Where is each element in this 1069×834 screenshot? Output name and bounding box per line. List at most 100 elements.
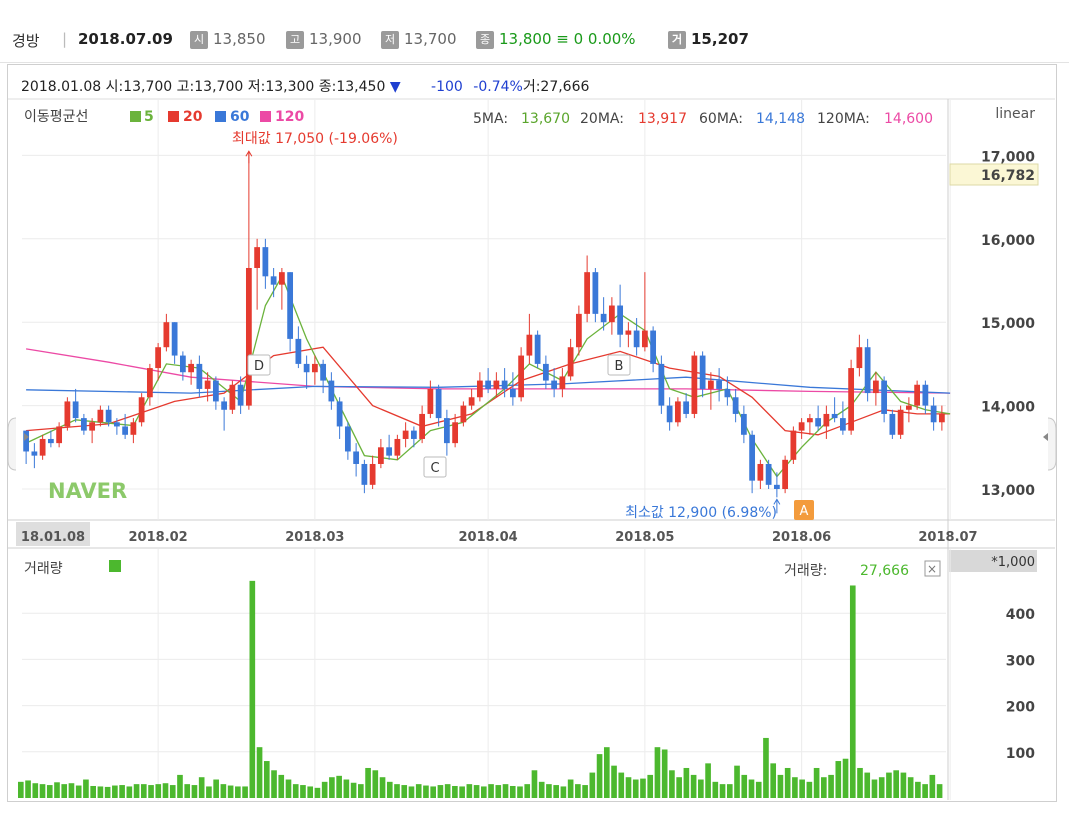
volume-bar (206, 786, 212, 798)
volume-bar (640, 778, 646, 798)
candle-body (113, 422, 120, 427)
candle-body (31, 451, 38, 456)
volume-bar (314, 787, 321, 798)
ma5-value: 13,670 (521, 111, 570, 127)
volume-bar (386, 781, 393, 798)
candle-body (798, 422, 805, 431)
volume-bar (792, 777, 798, 798)
volume-bar (54, 782, 60, 798)
scale-label[interactable]: linear (995, 106, 1035, 122)
candle-body (80, 418, 87, 431)
candle-body (856, 347, 863, 369)
candle-body (592, 272, 599, 314)
ma120-swatch (260, 111, 271, 122)
price-tick-label: 13,000 (981, 483, 1035, 499)
volume-bar (560, 786, 567, 798)
volume-bar (603, 747, 610, 798)
volume-bar (97, 786, 104, 798)
volume-tick-label: 100 (1006, 746, 1035, 762)
volume-bar (162, 783, 169, 798)
volume-bar (770, 763, 777, 798)
candle-body (575, 313, 582, 348)
volume-tick-label: 400 (1006, 607, 1035, 623)
candle-body (608, 305, 615, 323)
volume-bar (430, 786, 437, 798)
candle-body (551, 380, 558, 389)
volume-bar (140, 784, 147, 798)
candle-body (881, 380, 888, 414)
ma-legend-title: 이동평균선 (24, 109, 88, 125)
volume-bar (191, 785, 198, 798)
volume-bar (567, 779, 574, 798)
volume-bar (39, 784, 46, 798)
volume-bar (177, 774, 183, 798)
candle-body (485, 380, 492, 389)
volume-bar (112, 785, 118, 798)
candle-body (47, 438, 54, 444)
volume-bar (907, 777, 914, 798)
ma120-value-label: 120MA: (817, 111, 870, 127)
volume-bar (524, 784, 531, 798)
candle-body (344, 426, 351, 452)
volume-bar (148, 785, 154, 798)
volume-bar (893, 770, 900, 798)
candle-body (641, 330, 648, 348)
volume-bar (734, 765, 740, 798)
ma60-value: 14,148 (756, 111, 805, 127)
volume-bar (278, 774, 285, 798)
volume-unit: *1,000 (991, 555, 1035, 570)
candle-body (848, 368, 855, 431)
volume-bar (307, 786, 314, 798)
candle-body (633, 330, 640, 348)
volume-bar (61, 784, 68, 798)
x-tick-label: 18.01.08 (21, 530, 85, 545)
candle-body (196, 363, 203, 389)
volume-label: 거래량 (24, 561, 63, 577)
volume-tick-label: 300 (1006, 653, 1035, 669)
volume-bar (828, 774, 834, 798)
scroll-left-handle[interactable] (7, 417, 17, 471)
candle-body (435, 388, 442, 419)
ma60-swatch (215, 111, 226, 122)
volume-bar (755, 781, 762, 798)
candle-body (493, 380, 500, 389)
volume-bar (394, 784, 400, 798)
volume-bar (719, 784, 726, 798)
volume-bar (509, 785, 516, 798)
volume-bar (705, 763, 711, 798)
candle-body (658, 363, 665, 406)
candle-body (584, 272, 591, 314)
volume-bar (871, 779, 878, 798)
candle-body (138, 397, 145, 423)
candle-body (262, 247, 269, 277)
candle-body (155, 347, 162, 369)
volume-bar (763, 737, 769, 798)
candle-body (311, 363, 318, 373)
volume-bar (329, 777, 335, 798)
stock-chart[interactable]: 13,000 14,000 15,000 16,000 17,000 18.01.08 20… (0, 0, 1069, 834)
ma5-value-label: 5MA: (473, 111, 508, 127)
candle-body (757, 463, 764, 481)
scroll-right-handle[interactable] (1047, 417, 1057, 471)
candle-body (105, 409, 112, 423)
price-tick-label: 14,000 (981, 400, 1035, 416)
candle-body (815, 418, 822, 427)
candle-body (245, 267, 252, 406)
candle-body (188, 363, 195, 373)
candle-body (732, 397, 739, 414)
volume-bar (654, 747, 661, 798)
candle-body (476, 380, 483, 398)
candle-body (897, 409, 904, 435)
volume-bar (227, 785, 234, 798)
close-x-icon: × (927, 562, 937, 576)
candle-body (617, 305, 624, 335)
volume-bar (300, 785, 306, 798)
candle-body (72, 401, 79, 419)
current-price-tag-label: 16,782 (981, 168, 1035, 184)
candle-body (542, 363, 549, 381)
candle-body (237, 384, 244, 406)
volume-bar (712, 781, 719, 798)
price-tick-label: 16,000 (981, 233, 1035, 249)
candle-body (221, 401, 228, 410)
price-tick-label: 15,000 (981, 316, 1035, 332)
